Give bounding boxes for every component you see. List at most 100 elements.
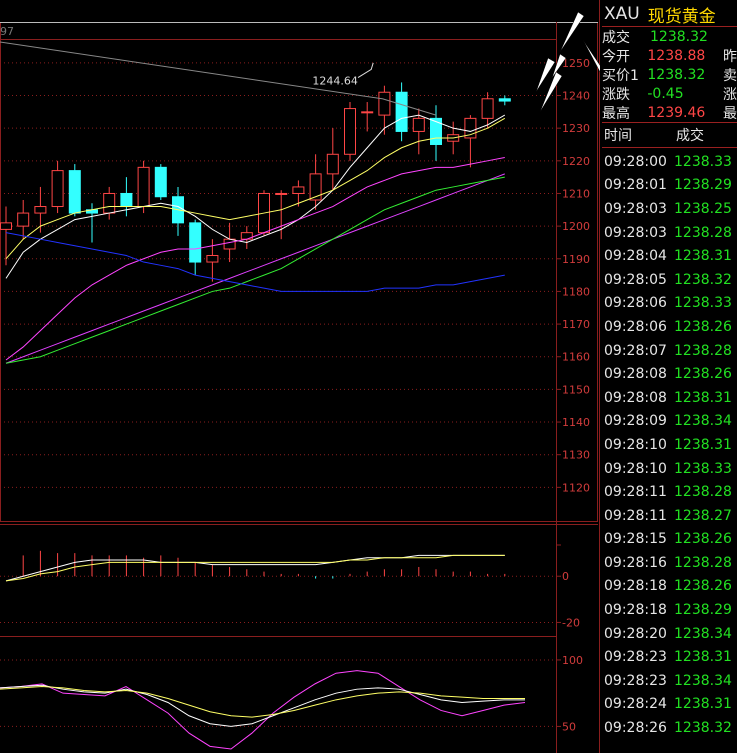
tick-row: 09:28:23 1238.34 — [602, 669, 737, 693]
tick-price: 1238.31 — [674, 696, 732, 713]
quote-row: 今开 1238.88 昨 — [602, 46, 737, 65]
tick-row: 09:28:20 1238.34 — [602, 622, 737, 646]
candlestick-chart[interactable]: 1120 1130 1140 1150 1160 1170 1180 1190 1200 1210… — [0, 0, 600, 753]
quote-row: 买价1 1238.32 卖 — [602, 65, 737, 84]
cursor-arrow-icon — [559, 11, 585, 53]
tick-row: 09:28:06 1238.26 — [602, 315, 737, 339]
macd-axis-label: -20 — [562, 616, 580, 629]
tick-row: 09:28:03 1238.28 — [602, 221, 737, 245]
tick-price: 1238.28 — [674, 342, 732, 359]
candle-body — [34, 206, 47, 214]
candle-body — [68, 170, 81, 214]
tick-time: 09:28:23 — [604, 649, 667, 666]
quote-value: 1238.32 — [647, 66, 706, 83]
symbol-code: XAU — [604, 4, 640, 24]
quote-extra: 最 — [723, 105, 737, 122]
kdj-axis-label: 100 — [562, 654, 583, 667]
tick-row: 09:28:07 1238.28 — [602, 339, 737, 363]
tick-row: 09:28:01 1238.29 — [602, 174, 737, 198]
candle-body — [292, 186, 305, 194]
candle-body — [412, 117, 425, 132]
tick-row: 09:28:09 1238.34 — [602, 410, 737, 434]
tick-row: 09:28:00 1238.33 — [602, 150, 737, 174]
candle-body — [206, 255, 219, 263]
quote-value: 1238.32 — [650, 28, 708, 45]
tick-price: 1238.27 — [674, 507, 732, 524]
candle-body — [154, 166, 167, 198]
quote-label: 最高 — [602, 105, 630, 122]
quote-table: 成交 1238.32 今开 1238.88 昨 买价1 1238.32 卖 涨跌… — [602, 27, 737, 122]
tick-price: 1238.32 — [674, 720, 732, 737]
tick-price: 1238.26 — [674, 578, 732, 595]
moving-average-line — [5, 232, 505, 292]
tick-price: 1238.28 — [674, 484, 732, 501]
tick-price: 1238.33 — [674, 460, 732, 477]
tick-price: 1238.25 — [674, 200, 732, 217]
tick-price: 1238.31 — [674, 389, 732, 406]
candle-body — [120, 192, 133, 208]
tick-price: 1238.26 — [674, 366, 732, 383]
quote-extra: 涨 — [723, 86, 737, 103]
quote-extra: 昨 — [723, 48, 737, 65]
macd-axis-label: 0 — [562, 570, 569, 583]
tick-price: 1238.28 — [674, 224, 732, 241]
candle-body — [326, 153, 339, 175]
tick-price: 1238.28 — [674, 554, 732, 571]
candle-body — [378, 91, 391, 116]
tick-time: 09:28:11 — [604, 507, 667, 524]
tick-price: 1238.34 — [674, 413, 732, 430]
tick-row: 09:28:05 1238.32 — [602, 268, 737, 292]
quote-value: 1238.88 — [647, 47, 706, 64]
candle-body — [51, 170, 64, 208]
tick-price: 1238.31 — [674, 248, 732, 265]
price-axis-label: 1200 — [562, 220, 590, 233]
quote-row: 涨跌 -0.45 涨 — [602, 84, 737, 103]
price-axis-label: 1120 — [562, 481, 590, 494]
price-axis-label: 1210 — [562, 187, 590, 200]
quote-label: 涨跌 — [602, 86, 630, 103]
divider — [602, 122, 737, 123]
symbol-name: 现货黄金 — [647, 6, 716, 27]
tick-price: 1238.29 — [674, 602, 732, 619]
candle-body — [361, 111, 374, 114]
tick-row: 09:28:11 1238.27 — [602, 504, 737, 528]
tick-row: 09:28:18 1238.26 — [602, 575, 737, 599]
tick-time: 09:28:06 — [604, 295, 667, 312]
tick-time: 09:28:08 — [604, 366, 667, 383]
tick-time: 09:28:24 — [604, 696, 667, 713]
high-annotation: 1244.64 — [312, 74, 358, 87]
tick-row: 09:28:06 1238.33 — [602, 292, 737, 316]
tick-time: 09:28:00 — [604, 153, 667, 170]
quote-label: 今开 — [602, 48, 630, 65]
moving-average-line — [5, 117, 506, 260]
candle-body — [189, 222, 202, 263]
tick-time: 09:28:10 — [604, 460, 667, 477]
quote-row: 最高 1239.46 最 — [602, 103, 737, 122]
tick-time: 09:28:15 — [604, 531, 667, 548]
divider — [602, 147, 737, 148]
ticks-header: 时间 成交 — [602, 124, 737, 146]
ticks-list[interactable]: 09:28:00 1238.33 09:28:01 1238.29 09:28:03 12… — [602, 150, 737, 740]
ticks-header-price: 成交 — [676, 128, 704, 144]
candle-body — [137, 166, 150, 208]
candle-body — [481, 98, 494, 119]
tick-time: 09:28:11 — [604, 484, 667, 501]
tick-row: 09:28:18 1238.29 — [602, 598, 737, 622]
price-axis-label: 1240 — [562, 90, 590, 103]
trend-line — [0, 41, 383, 100]
quote-panel: XAU 现货黄金 成交 1238.32 今开 1238.88 昨 买价1 123… — [602, 0, 737, 753]
tick-price: 1238.34 — [674, 625, 732, 642]
quote-value: -0.45 — [647, 85, 684, 102]
tick-row: 09:28:11 1238.28 — [602, 480, 737, 504]
tick-time: 09:28:26 — [604, 720, 667, 737]
candle-body — [344, 108, 356, 155]
candle-body — [395, 91, 408, 132]
tick-time: 09:28:05 — [604, 271, 667, 288]
price-axis-label: 1250 — [562, 57, 590, 70]
tick-row: 09:28:10 1238.31 — [602, 433, 737, 457]
price-axis-label: 1220 — [562, 155, 590, 168]
tick-price: 1238.26 — [674, 318, 732, 335]
price-axis-label: 1140 — [562, 416, 590, 429]
tick-time: 09:28:04 — [604, 248, 667, 265]
price-axis-label: 1230 — [562, 122, 590, 135]
